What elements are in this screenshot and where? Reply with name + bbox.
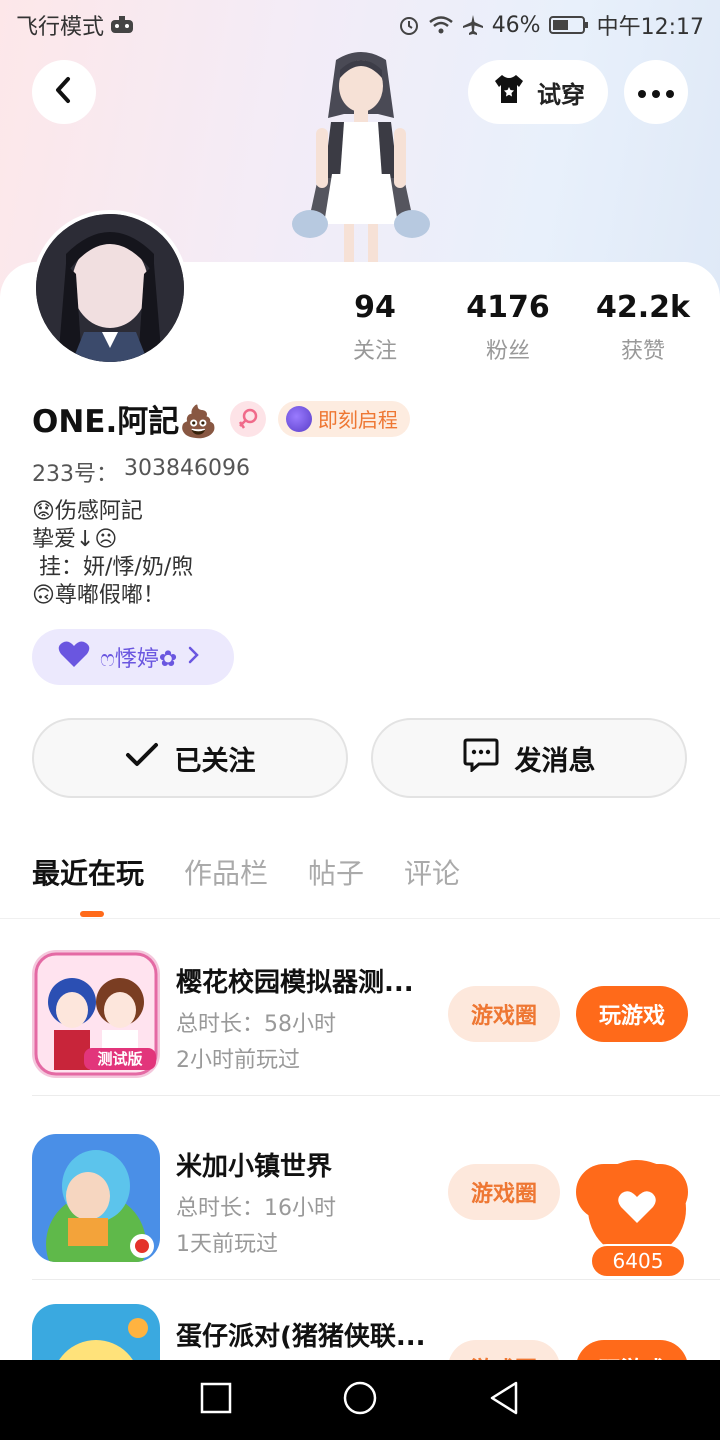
status-tag-badge[interactable]: 即刻启程 (277, 400, 410, 437)
alarm-icon (398, 14, 420, 36)
heart-icon (617, 1189, 657, 1229)
user-id-value: 303846096 (124, 456, 250, 481)
play-game-button[interactable]: 玩游戏 (576, 1340, 688, 1360)
following-label: 已关注 (174, 745, 256, 777)
check-icon (125, 742, 159, 775)
profile-bio: 😟伤感阿記 挚爱↓☹ 挂：妍/悸/奶/煦 🙃尊嘟假嘟！ (32, 498, 193, 610)
list-item[interactable]: 蛋仔派对(猪猪侠联... 游戏圈 玩游戏 (32, 1280, 688, 1360)
send-message-label: 发消息 (514, 745, 596, 777)
wifi-icon (428, 15, 454, 35)
bio-line: 🙃尊嘟假嘟！ (32, 583, 165, 608)
stat-fans-label: 粉丝 (485, 339, 530, 364)
back-button[interactable] (32, 60, 96, 124)
club-chip[interactable]: ෆ悸婷✿ (32, 629, 234, 685)
chevron-right-icon (187, 645, 200, 670)
battery-percent: 46% (491, 12, 541, 38)
back-icon (52, 76, 76, 108)
profile-name-row: ONE.阿記💩 即刻启程 (32, 396, 410, 441)
tab-recently-played[interactable]: 最近在玩 (32, 852, 144, 892)
tab-posts[interactable]: 帖子 (308, 852, 364, 892)
game-circle-button[interactable]: 游戏圈 (448, 1340, 560, 1360)
list-item[interactable]: 测试版 樱花校园模拟器测... 总时长：58小时 2小时前玩过 游戏圈 玩游戏 (32, 920, 720, 1096)
game-last-played: 2小时前玩过 (176, 1048, 300, 1073)
user-id-label: 233号： (32, 462, 118, 487)
female-icon (229, 400, 266, 437)
more-options-button[interactable] (624, 60, 688, 124)
profile-avatar[interactable] (32, 210, 188, 366)
recent-games-list: 测试版 樱花校园模拟器测... 总时长：58小时 2小时前玩过 游戏圈 玩游戏 … (0, 920, 720, 1360)
tab-works[interactable]: 作品栏 (184, 852, 268, 892)
chat-icon (463, 738, 499, 779)
game-title: 蛋仔派对(猪猪侠联... (176, 1322, 426, 1352)
bio-line: 挂：妍/悸/奶/煦 (32, 555, 194, 580)
stat-likes[interactable]: 42.2k 获赞 (568, 290, 718, 365)
game-title: 樱花校园模拟器测... (176, 968, 414, 998)
status-bar: 飞行模式 46% 中午12:17 (0, 0, 720, 50)
circle-nav-icon[interactable] (342, 1380, 378, 1420)
game-circle-button[interactable]: 游戏圈 (448, 986, 560, 1042)
list-divider (32, 1095, 720, 1096)
try-on-button[interactable]: 试穿 (468, 60, 608, 124)
play-game-button[interactable]: 玩游戏 (576, 986, 688, 1042)
svg-text:测试版: 测试版 (97, 1050, 142, 1068)
profile-name: ONE.阿記💩 (32, 404, 218, 440)
game-circle-button[interactable]: 游戏圈 (448, 1164, 560, 1220)
stat-fans-value: 4176 (466, 290, 550, 325)
game-title: 米加小镇世界 (176, 1152, 333, 1182)
game-controller-icon (110, 15, 134, 35)
send-message-button[interactable]: 发消息 (371, 718, 687, 798)
game-last-played: 1天前玩过 (176, 1232, 278, 1257)
avatar-character-figure[interactable] (286, 48, 436, 262)
game-icon-eggy-party (32, 1304, 160, 1360)
airplane-icon (462, 14, 484, 36)
airplane-mode-label: 飞行模式 (16, 15, 105, 40)
tabs-divider (0, 918, 720, 919)
game-icon-miga-town (32, 1134, 160, 1262)
game-duration: 总时长：16小时 (176, 1196, 336, 1221)
system-navigation-bar (0, 1360, 720, 1440)
floating-like-button[interactable]: 6405 (588, 1160, 688, 1280)
active-tab-indicator (80, 911, 104, 917)
stat-fans[interactable]: 4176 粉丝 (433, 290, 583, 365)
tab-comments[interactable]: 评论 (404, 852, 460, 892)
stat-likes-label: 获赞 (620, 339, 665, 364)
more-icon (638, 83, 674, 102)
game-duration: 总时长：58小时 (176, 1012, 336, 1037)
clock: 中午12:17 (596, 15, 704, 40)
heart-icon (58, 640, 90, 674)
following-button[interactable]: 已关注 (32, 718, 348, 798)
like-count: 6405 (590, 1244, 686, 1278)
square-nav-icon[interactable] (200, 1382, 232, 1418)
profile-tabs: 最近在玩 作品栏 帖子 评论 (32, 852, 460, 892)
try-on-label: 试穿 (537, 80, 585, 109)
tshirt-icon (491, 73, 527, 111)
user-id: 233号： 303846096 (32, 456, 250, 488)
triangle-nav-icon[interactable] (488, 1381, 520, 1419)
stat-likes-value: 42.2k (596, 290, 690, 325)
battery-icon (548, 15, 589, 35)
stat-following-label: 关注 (352, 339, 397, 364)
status-tag-label: 即刻启程 (317, 408, 398, 432)
bio-line: 挚爱↓☹ (32, 527, 118, 552)
stat-following[interactable]: 94 关注 (300, 290, 450, 365)
stat-following-value: 94 (354, 290, 396, 325)
tag-badge-icon (285, 405, 312, 432)
club-label: ෆ悸婷✿ (100, 647, 178, 672)
profile-stats: 94 关注 4176 粉丝 42.2k 获赞 (300, 290, 720, 370)
game-icon-sakura-school: 测试版 (32, 950, 160, 1078)
bio-line: 😟伤感阿記 (32, 499, 143, 524)
